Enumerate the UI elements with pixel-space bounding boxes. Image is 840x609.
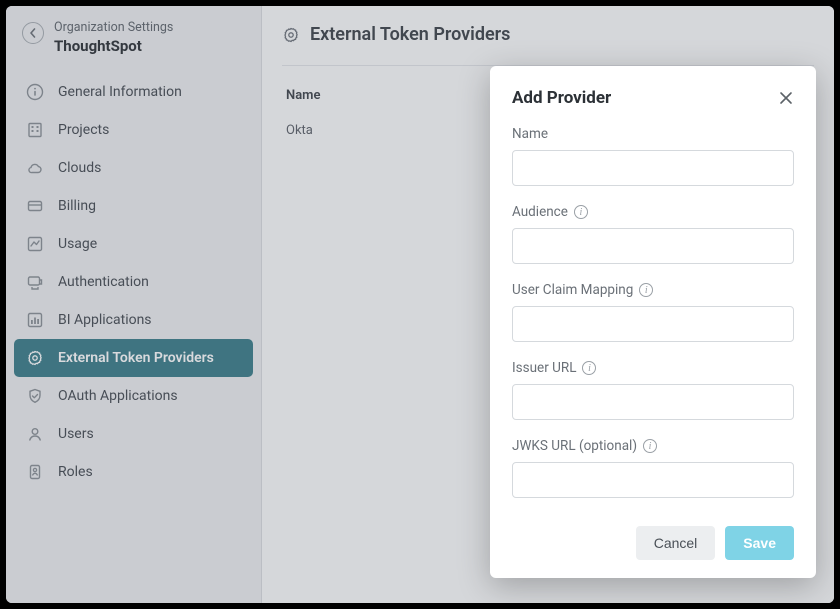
add-provider-modal: Add Provider Name Audience i User Claim … <box>490 66 816 578</box>
field-label: User Claim Mapping <box>512 282 633 298</box>
sidebar-item-users[interactable]: Users <box>14 415 253 453</box>
page-title: External Token Providers <box>310 24 510 45</box>
sidebar-item-projects[interactable]: Projects <box>14 111 253 149</box>
cloud-icon <box>26 159 44 177</box>
sidebar-item-label: BI Applications <box>58 312 152 328</box>
building-icon <box>26 121 44 139</box>
user-icon <box>26 425 44 443</box>
info-icon[interactable]: i <box>639 283 653 297</box>
field-issuer-url: Issuer URL i <box>512 360 794 420</box>
sidebar-item-label: Roles <box>58 464 93 480</box>
name-input[interactable] <box>512 150 794 186</box>
sidebar-item-label: Users <box>58 426 94 442</box>
jwks-url-input[interactable] <box>512 462 794 498</box>
org-name: ThoughtSpot <box>54 37 173 55</box>
chart-icon <box>26 235 44 253</box>
info-icon[interactable]: i <box>574 205 588 219</box>
cancel-button[interactable]: Cancel <box>636 526 716 560</box>
sidebar-item-billing[interactable]: Billing <box>14 187 253 225</box>
sidebar-item-authentication[interactable]: Authentication <box>14 263 253 301</box>
audience-input[interactable] <box>512 228 794 264</box>
close-icon <box>778 90 794 106</box>
sidebar-item-label: Clouds <box>58 160 101 176</box>
info-icon <box>26 83 44 101</box>
auth-icon <box>26 273 44 291</box>
info-icon[interactable]: i <box>582 361 596 375</box>
field-label: Issuer URL <box>512 360 576 376</box>
sidebar-item-label: Billing <box>58 198 96 214</box>
field-label: Audience <box>512 204 568 220</box>
sidebar-item-roles[interactable]: Roles <box>14 453 253 491</box>
sidebar-item-label: OAuth Applications <box>58 388 178 404</box>
sidebar-item-label: Projects <box>58 122 109 138</box>
save-button[interactable]: Save <box>725 526 794 560</box>
card-icon <box>26 197 44 215</box>
sidebar-item-usage[interactable]: Usage <box>14 225 253 263</box>
chevron-left-icon <box>28 28 38 38</box>
field-name: Name <box>512 126 794 186</box>
biapp-icon <box>26 311 44 329</box>
field-label: JWKS URL (optional) <box>512 438 637 454</box>
org-header: Organization Settings ThoughtSpot <box>6 14 261 69</box>
info-icon[interactable]: i <box>643 439 657 453</box>
field-label: Name <box>512 126 548 142</box>
sidebar-item-label: General Information <box>58 84 182 100</box>
user-claim-mapping-input[interactable] <box>512 306 794 342</box>
sidebar-item-bi-applications[interactable]: BI Applications <box>14 301 253 339</box>
field-jwks-url: JWKS URL (optional) i <box>512 438 794 498</box>
sidebar-item-clouds[interactable]: Clouds <box>14 149 253 187</box>
sidebar-item-general-information[interactable]: General Information <box>14 73 253 111</box>
sidebar-item-external-token-providers[interactable]: External Token Providers <box>14 339 253 377</box>
shield-icon <box>26 387 44 405</box>
sidebar-item-oauth-applications[interactable]: OAuth Applications <box>14 377 253 415</box>
sidebar-item-label: Authentication <box>58 274 149 290</box>
org-settings-label: Organization Settings <box>54 20 173 36</box>
page-header: External Token Providers <box>282 24 814 66</box>
roles-icon <box>26 463 44 481</box>
column-name: Name <box>286 88 446 103</box>
gear-icon <box>26 349 44 367</box>
field-user-claim-mapping: User Claim Mapping i <box>512 282 794 342</box>
field-audience: Audience i <box>512 204 794 264</box>
gear-icon <box>282 26 300 44</box>
sidebar: Organization Settings ThoughtSpot Genera… <box>6 6 262 603</box>
issuer-url-input[interactable] <box>512 384 794 420</box>
modal-title: Add Provider <box>512 88 611 108</box>
sidebar-item-label: Usage <box>58 236 97 252</box>
back-button[interactable] <box>22 22 44 44</box>
sidebar-item-label: External Token Providers <box>58 350 214 366</box>
cell-name: Okta <box>286 123 446 138</box>
close-button[interactable] <box>778 90 794 106</box>
sidebar-nav: General Information Projects Clouds Bill… <box>6 69 261 495</box>
